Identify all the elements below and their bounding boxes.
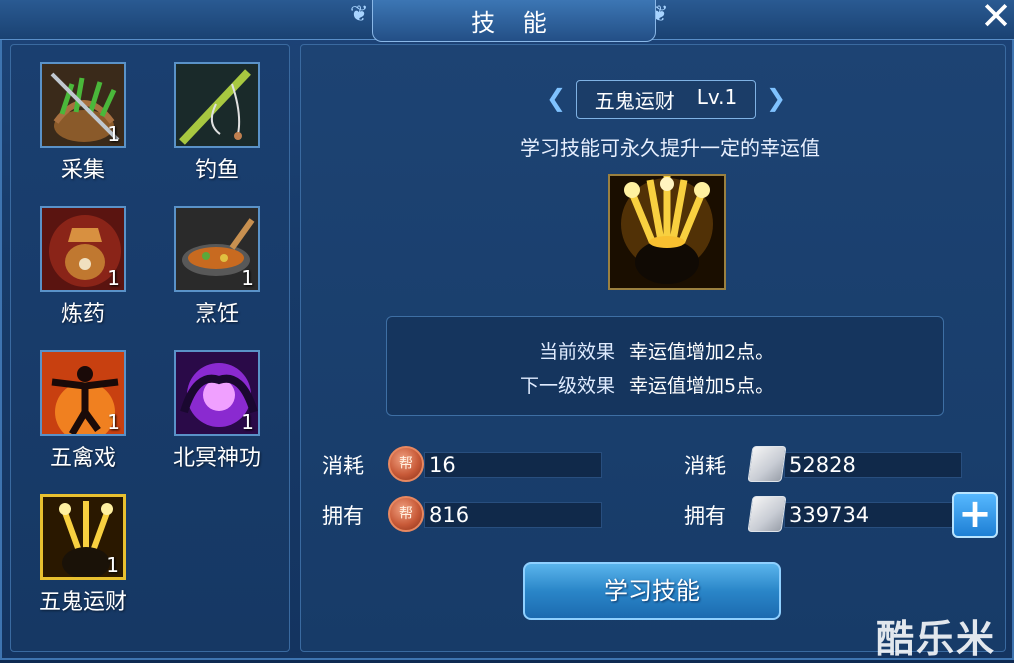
next-effect-value: 幸运值增加5点。 [629, 375, 775, 397]
guild-coin-icon: 帮 [388, 446, 424, 482]
gathering-icon: 1 [40, 62, 126, 148]
silver-own-label: 拥有 [684, 504, 726, 528]
skill-name: 炼药 [60, 302, 105, 327]
watermark: 酷乐米 [876, 617, 997, 661]
skill-item-beiming[interactable]: 1 北冥神功 [158, 350, 268, 480]
skill-name: 五禽戏 [49, 446, 116, 471]
skill-count: 1 [107, 122, 120, 146]
skill-level: Lv.1 [696, 84, 738, 109]
skill-count: 1 [107, 410, 120, 434]
silver-consume-value: 52828 [784, 452, 962, 478]
five-animals-icon: 1 [40, 350, 126, 436]
skill-title-inner: 五鬼运财 Lv.1 [575, 79, 757, 119]
alchemy-icon: 1 [40, 206, 126, 292]
skill-count: 1 [107, 266, 120, 290]
fishing-icon [174, 62, 260, 148]
guild-coin-icon: 帮 [388, 496, 424, 532]
skill-name: 烹饪 [194, 302, 239, 327]
skill-title-plate: 五鬼运财 Lv.1 [548, 78, 784, 120]
skill-item-gathering[interactable]: 1 采集 [24, 62, 134, 192]
window-title: 技 能 [372, 0, 656, 42]
close-button[interactable]: ✕ [978, 0, 1014, 36]
silver-scroll-icon [747, 446, 787, 482]
skill-count: 1 [241, 410, 254, 434]
learn-skill-button[interactable]: 学习技能 [523, 562, 781, 620]
treasure-pot-icon: 1 [40, 494, 126, 580]
skill-item-fishing[interactable]: 钓鱼 [158, 62, 268, 192]
current-effect-value: 幸运值增加2点。 [629, 341, 775, 363]
skill-description: 学习技能可永久提升一定的幸运值 [520, 136, 820, 160]
skill-item-alchemy[interactable]: 1 炼药 [24, 206, 134, 336]
coin-own-label: 拥有 [322, 504, 364, 528]
title-ornament-left-icon: ❦ [350, 2, 369, 27]
skill-name: 北冥神功 [172, 446, 261, 471]
skill-title: 五鬼运财 [594, 88, 675, 113]
silver-scroll-icon [747, 496, 787, 532]
coin-consume-label: 消耗 [322, 454, 364, 478]
skill-item-cooking[interactable]: 1 烹饪 [158, 206, 268, 336]
coin-own-value: 816 [424, 502, 602, 528]
beiming-icon: 1 [174, 350, 260, 436]
current-effect-label: 当前效果 [538, 341, 615, 363]
skill-name: 采集 [60, 158, 105, 183]
silver-consume-label: 消耗 [684, 454, 726, 478]
skill-name: 五鬼运财 [38, 590, 127, 615]
coin-consume-value: 16 [424, 452, 602, 478]
skill-item-five-animals[interactable]: 1 五禽戏 [24, 350, 134, 480]
selected-skill-icon [608, 174, 726, 290]
next-effect-label: 下一级效果 [519, 375, 615, 397]
skill-count: 1 [241, 266, 254, 290]
skill-name: 钓鱼 [194, 158, 239, 183]
cooking-icon: 1 [174, 206, 260, 292]
skill-count: 1 [106, 553, 119, 577]
silver-own-value: 339734 [784, 502, 954, 528]
skill-item-treasure[interactable]: 1 五鬼运财 [24, 494, 134, 624]
add-currency-button[interactable]: + [952, 492, 998, 538]
effect-box: 当前效果 幸运值增加2点。 下一级效果 幸运值增加5点。 [386, 316, 944, 416]
